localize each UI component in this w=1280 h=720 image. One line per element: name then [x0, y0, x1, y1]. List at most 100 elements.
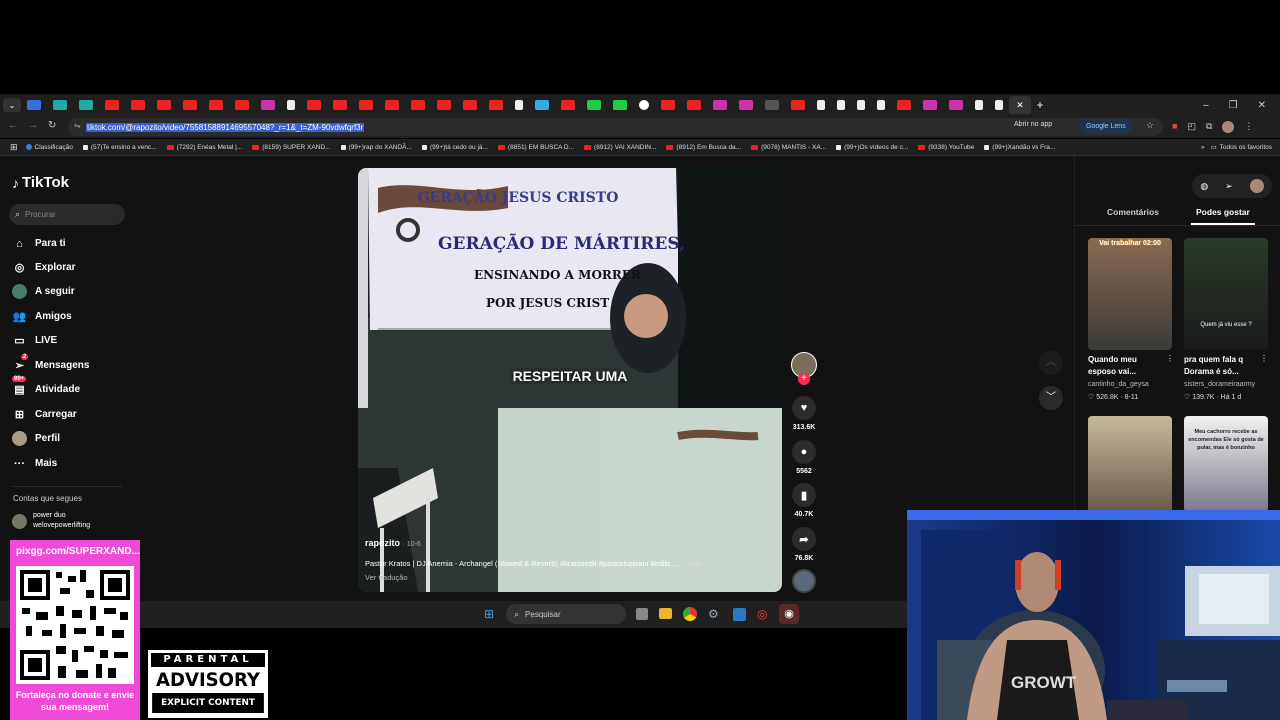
tab-favicon[interactable] — [949, 100, 963, 110]
tab-favicon[interactable] — [287, 100, 295, 110]
minimize-icon[interactable]: – — [1203, 100, 1209, 111]
save-button[interactable]: ▮ 40.7K — [790, 483, 818, 518]
forward-icon[interactable]: → — [28, 120, 38, 131]
comment-button[interactable]: ● 5562 — [790, 440, 818, 475]
steam-icon[interactable]: ◉ — [779, 604, 799, 624]
bookmark-item[interactable]: (8912) Em Busca da... — [666, 144, 741, 151]
send-icon[interactable]: ➢ — [1225, 181, 1233, 192]
tab-favicon[interactable] — [157, 100, 171, 110]
bookmark-item[interactable]: (99+)tá cedo ou já... — [421, 144, 488, 151]
next-video-button[interactable]: ﹀ — [1039, 386, 1063, 410]
tab-favicon[interactable] — [739, 100, 753, 110]
settings-icon[interactable]: ⚙ — [708, 607, 719, 621]
nav-item-mensagens[interactable]: ➢ 2 Mensagens — [12, 354, 89, 373]
more-options-icon[interactable]: ⋮ — [1166, 354, 1174, 363]
previous-video-button[interactable]: ︿ — [1039, 351, 1063, 375]
tab-favicon[interactable] — [359, 100, 373, 110]
nav-item-perfil[interactable]: Perfil — [12, 431, 60, 446]
site-info-icon[interactable]: ⇋ — [74, 121, 81, 130]
bookmark-item[interactable]: (99+)Xandão vs Fra... — [984, 144, 1055, 151]
tab-favicon[interactable] — [437, 100, 451, 110]
reload-icon[interactable]: ↻ — [48, 120, 56, 131]
tab-favicon[interactable] — [27, 100, 41, 110]
tab-favicon[interactable] — [515, 100, 523, 110]
tab-favicon[interactable] — [975, 100, 983, 110]
app-icon[interactable]: ◎ — [757, 607, 767, 621]
music-disc-icon[interactable] — [792, 569, 816, 593]
nav-item-a-seguir[interactable]: A seguir — [12, 284, 75, 299]
app-icon[interactable] — [733, 608, 746, 621]
bookmark-item[interactable]: (9078) MANTIS - XA... — [751, 144, 826, 151]
tab-favicon[interactable] — [791, 100, 805, 110]
tab-favicon[interactable] — [183, 100, 197, 110]
bookmark-star-icon[interactable]: ☆ — [1146, 120, 1154, 131]
coin-icon[interactable]: ◍ — [1200, 181, 1208, 192]
bookmark-item[interactable]: (8912) VAI XANDIN... — [584, 144, 656, 151]
extension-icon[interactable]: ■ — [1172, 121, 1177, 135]
extension-icon[interactable]: ◰ — [1187, 121, 1196, 135]
translate-link[interactable]: Ver tradução — [365, 573, 408, 582]
suggested-video-title[interactable]: pra quem fala q Dorama é só... — [1184, 354, 1256, 378]
address-bar[interactable]: ⇋ tiktok.com/@rapozito/video/75581588914… — [68, 118, 1163, 136]
video-player[interactable]: GERAÇÃO JESUS CRISTO GERAÇÃO DE MÁRTIRES… — [358, 168, 782, 592]
tab-favicon[interactable] — [561, 100, 575, 110]
suggested-video-user[interactable]: sisters_dorameiraarmy — [1184, 381, 1255, 388]
search-input[interactable]: ⌕ Procurar — [9, 204, 125, 225]
bookmark-item[interactable]: (99+)rap do XANDÃ... — [340, 144, 412, 151]
file-explorer-icon[interactable] — [659, 608, 672, 619]
tab-favicon[interactable] — [587, 100, 601, 110]
tab-favicon[interactable] — [613, 100, 627, 110]
tab-favicon[interactable] — [53, 100, 67, 110]
tab-favicon[interactable] — [307, 100, 321, 110]
tab-search-icon[interactable]: ⌄ — [3, 98, 21, 112]
tab-favicon[interactable] — [877, 100, 885, 110]
tab-favicon[interactable] — [411, 100, 425, 110]
windows-start-icon[interactable]: ⊞ — [484, 607, 494, 621]
close-icon[interactable]: ✕ — [1258, 100, 1266, 111]
tab-comments[interactable]: Comentários — [1107, 207, 1159, 217]
tab-favicon[interactable] — [333, 100, 347, 110]
chevron-right-icon[interactable]: » — [1201, 144, 1205, 151]
tab-favicon[interactable] — [639, 100, 649, 110]
bookmark-item[interactable]: Classificação — [25, 144, 73, 151]
like-button[interactable]: ♥ 313.6K — [790, 396, 818, 431]
task-view-icon[interactable] — [636, 608, 648, 620]
video-author[interactable]: rapozito · 10-6 — [365, 538, 421, 548]
tab-favicon[interactable] — [713, 100, 727, 110]
browser-menu-icon[interactable]: ⋮ — [1244, 121, 1253, 135]
bookmark-item[interactable]: (99+)Os vídeos de c... — [836, 144, 908, 151]
bookmark-item[interactable]: (8159) SUPER XAND... — [252, 144, 331, 151]
profile-avatar[interactable] — [1222, 121, 1235, 133]
tab-favicon[interactable] — [817, 100, 825, 110]
tab-favicon[interactable] — [661, 100, 675, 110]
suggested-video-thumbnail[interactable]: Meu cachorro recebe as encomendas Ele só… — [1184, 416, 1268, 512]
tab-favicon[interactable] — [131, 100, 145, 110]
tab-favicon[interactable] — [385, 100, 399, 110]
tab-favicon[interactable] — [489, 100, 503, 110]
tab-favicon[interactable] — [897, 100, 911, 110]
tab-favicon[interactable] — [535, 100, 549, 110]
tiktok-logo[interactable]: ♪ TikTok — [12, 174, 69, 191]
taskbar-search[interactable]: ⌕ Pesquisar — [506, 604, 626, 624]
suggested-video-user[interactable]: cantinho_da_geysa — [1088, 381, 1149, 388]
tab-favicon[interactable] — [765, 100, 779, 110]
bookmark-item[interactable]: (7292) Enéas Metal |... — [166, 144, 242, 151]
nav-item-atividade[interactable]: ▤ 99+ Atividade — [12, 376, 80, 397]
nav-item-carregar[interactable]: ⊞ Carregar — [12, 407, 77, 422]
nav-item-mais[interactable]: ··· Mais — [12, 456, 57, 471]
new-tab-icon[interactable]: + — [1031, 98, 1049, 112]
active-tab-close-icon[interactable]: ✕ — [1009, 96, 1031, 114]
suggested-video-thumbnail[interactable]: Vai trabalhar 02:00 — [1088, 238, 1172, 350]
tab-favicon[interactable] — [837, 100, 845, 110]
tab-favicon[interactable] — [209, 100, 223, 110]
following-account[interactable]: power duo welovepowerlifting — [12, 511, 90, 531]
all-favorites-folder[interactable]: ▭ Todos os favoritos — [1210, 143, 1272, 152]
share-button[interactable]: ➦ 76.8K — [790, 527, 818, 562]
open-app-button[interactable]: Abrir no app — [1014, 121, 1052, 128]
suggested-video-thumbnail[interactable]: Quem já viu esse ? — [1184, 238, 1268, 350]
nav-item-explorar[interactable]: ◎ Explorar — [12, 260, 76, 275]
bookmark-item[interactable]: (9338) YouTube — [918, 144, 974, 151]
tab-favicon[interactable] — [235, 100, 249, 110]
tab-favicon[interactable] — [79, 100, 93, 110]
tab-favicon[interactable] — [857, 100, 865, 110]
